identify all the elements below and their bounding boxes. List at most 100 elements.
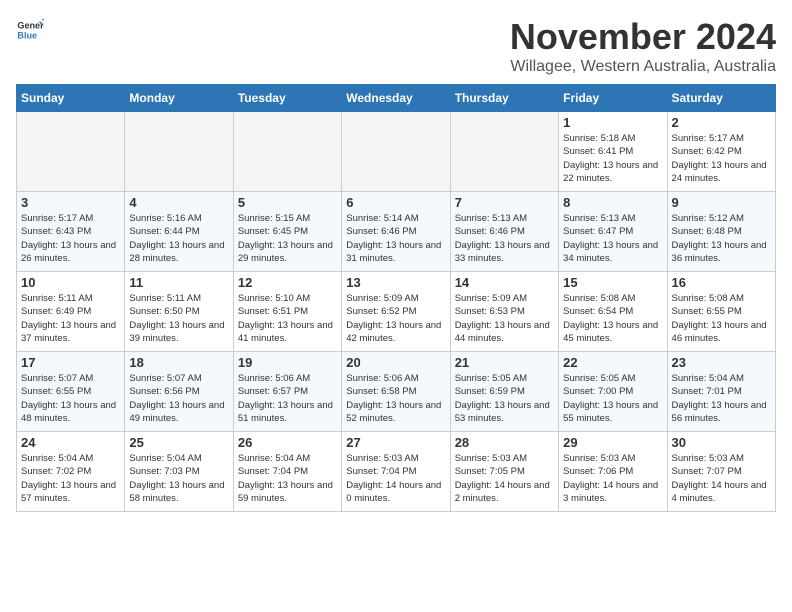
day-number: 5 (238, 195, 337, 210)
header-friday: Friday (559, 85, 667, 112)
calendar-week-4: 24 Sunrise: 5:04 AM Sunset: 7:02 PM Dayli… (17, 432, 776, 512)
day-info: Sunrise: 5:12 AM Sunset: 6:48 PM Dayligh… (672, 212, 771, 265)
calendar-cell: 6 Sunrise: 5:14 AM Sunset: 6:46 PM Daylig… (342, 192, 450, 272)
day-number: 25 (129, 435, 228, 450)
header-monday: Monday (125, 85, 233, 112)
calendar-week-0: 1 Sunrise: 5:18 AM Sunset: 6:41 PM Daylig… (17, 112, 776, 192)
calendar-cell: 28Sunrise: 5:03 AM Sunset: 7:05 PM Dayli… (450, 432, 558, 512)
calendar-cell: 25 Sunrise: 5:04 AM Sunset: 7:03 PM Dayli… (125, 432, 233, 512)
header-wednesday: Wednesday (342, 85, 450, 112)
calendar-cell: 3 Sunrise: 5:17 AM Sunset: 6:43 PM Daylig… (17, 192, 125, 272)
calendar-table: SundayMondayTuesdayWednesdayThursdayFrid… (16, 84, 776, 512)
header-tuesday: Tuesday (233, 85, 341, 112)
calendar-cell: 11 Sunrise: 5:11 AM Sunset: 6:50 PM Dayli… (125, 272, 233, 352)
day-info: Sunrise: 5:04 AM Sunset: 7:03 PM Dayligh… (129, 452, 228, 505)
calendar-cell: 9 Sunrise: 5:12 AM Sunset: 6:48 PM Daylig… (667, 192, 775, 272)
day-number: 29 (563, 435, 662, 450)
day-info: Sunrise: 5:07 AM Sunset: 6:55 PM Dayligh… (21, 372, 120, 425)
calendar-cell (125, 112, 233, 192)
day-number: 18 (129, 355, 228, 370)
calendar-week-2: 10Sunrise: 5:11 AM Sunset: 6:49 PM Dayli… (17, 272, 776, 352)
day-info: Sunrise: 5:06 AM Sunset: 6:58 PM Dayligh… (346, 372, 445, 425)
day-number: 27 (346, 435, 445, 450)
header-sunday: Sunday (17, 85, 125, 112)
calendar-header-row: SundayMondayTuesdayWednesdayThursdayFrid… (17, 85, 776, 112)
day-number: 24 (21, 435, 120, 450)
calendar-cell: 2 Sunrise: 5:17 AM Sunset: 6:42 PM Daylig… (667, 112, 775, 192)
day-info: Sunrise: 5:13 AM Sunset: 6:47 PM Dayligh… (563, 212, 662, 265)
day-info: Sunrise: 5:04 AM Sunset: 7:02 PM Dayligh… (21, 452, 120, 505)
calendar-cell: 19 Sunrise: 5:06 AM Sunset: 6:57 PM Dayli… (233, 352, 341, 432)
calendar-cell: 8 Sunrise: 5:13 AM Sunset: 6:47 PM Daylig… (559, 192, 667, 272)
day-number: 21 (455, 355, 554, 370)
calendar-cell: 18 Sunrise: 5:07 AM Sunset: 6:56 PM Dayli… (125, 352, 233, 432)
calendar-cell (342, 112, 450, 192)
day-number: 28 (455, 435, 554, 450)
day-info: Sunrise: 5:06 AM Sunset: 6:57 PM Dayligh… (238, 372, 337, 425)
header-thursday: Thursday (450, 85, 558, 112)
day-info: Sunrise: 5:16 AM Sunset: 6:44 PM Dayligh… (129, 212, 228, 265)
calendar-cell: 5 Sunrise: 5:15 AM Sunset: 6:45 PM Daylig… (233, 192, 341, 272)
calendar-cell: 17 Sunrise: 5:07 AM Sunset: 6:55 PM Dayli… (17, 352, 125, 432)
calendar-cell: 20Sunrise: 5:06 AM Sunset: 6:58 PM Dayli… (342, 352, 450, 432)
day-info: Sunrise: 5:18 AM Sunset: 6:41 PM Dayligh… (563, 132, 662, 185)
calendar-cell: 16Sunrise: 5:08 AM Sunset: 6:55 PM Dayli… (667, 272, 775, 352)
day-number: 22 (563, 355, 662, 370)
subtitle: Willagee, Western Australia, Australia (510, 58, 776, 76)
day-number: 13 (346, 275, 445, 290)
calendar-cell: 21 Sunrise: 5:05 AM Sunset: 6:59 PM Dayli… (450, 352, 558, 432)
calendar-week-1: 3 Sunrise: 5:17 AM Sunset: 6:43 PM Daylig… (17, 192, 776, 272)
calendar-cell: 15 Sunrise: 5:08 AM Sunset: 6:54 PM Dayli… (559, 272, 667, 352)
day-info: Sunrise: 5:11 AM Sunset: 6:50 PM Dayligh… (129, 292, 228, 345)
day-info: Sunrise: 5:03 AM Sunset: 7:06 PM Dayligh… (563, 452, 662, 505)
calendar-cell: 14Sunrise: 5:09 AM Sunset: 6:53 PM Dayli… (450, 272, 558, 352)
day-number: 2 (672, 115, 771, 130)
day-info: Sunrise: 5:09 AM Sunset: 6:53 PM Dayligh… (455, 292, 554, 345)
day-info: Sunrise: 5:15 AM Sunset: 6:45 PM Dayligh… (238, 212, 337, 265)
calendar-cell: 22Sunrise: 5:05 AM Sunset: 7:00 PM Dayli… (559, 352, 667, 432)
calendar-cell: 23 Sunrise: 5:04 AM Sunset: 7:01 PM Dayli… (667, 352, 775, 432)
calendar-cell: 12 Sunrise: 5:10 AM Sunset: 6:51 PM Dayli… (233, 272, 341, 352)
day-number: 23 (672, 355, 771, 370)
day-info: Sunrise: 5:10 AM Sunset: 6:51 PM Dayligh… (238, 292, 337, 345)
day-number: 11 (129, 275, 228, 290)
day-info: Sunrise: 5:04 AM Sunset: 7:01 PM Dayligh… (672, 372, 771, 425)
title-section: November 2024 Willagee, Western Australi… (510, 16, 776, 76)
calendar-cell (233, 112, 341, 192)
calendar-cell: 7Sunrise: 5:13 AM Sunset: 6:46 PM Daylig… (450, 192, 558, 272)
calendar-cell (450, 112, 558, 192)
calendar-cell: 26Sunrise: 5:04 AM Sunset: 7:04 PM Dayli… (233, 432, 341, 512)
day-info: Sunrise: 5:03 AM Sunset: 7:07 PM Dayligh… (672, 452, 771, 505)
day-info: Sunrise: 5:08 AM Sunset: 6:54 PM Dayligh… (563, 292, 662, 345)
day-info: Sunrise: 5:14 AM Sunset: 6:46 PM Dayligh… (346, 212, 445, 265)
day-number: 17 (21, 355, 120, 370)
day-number: 4 (129, 195, 228, 210)
svg-text:Blue: Blue (17, 30, 37, 40)
calendar-week-3: 17 Sunrise: 5:07 AM Sunset: 6:55 PM Dayli… (17, 352, 776, 432)
day-info: Sunrise: 5:17 AM Sunset: 6:42 PM Dayligh… (672, 132, 771, 185)
day-number: 3 (21, 195, 120, 210)
calendar-cell: 30 Sunrise: 5:03 AM Sunset: 7:07 PM Dayli… (667, 432, 775, 512)
day-info: Sunrise: 5:07 AM Sunset: 6:56 PM Dayligh… (129, 372, 228, 425)
day-number: 19 (238, 355, 337, 370)
day-info: Sunrise: 5:05 AM Sunset: 6:59 PM Dayligh… (455, 372, 554, 425)
logo-icon: General Blue (16, 16, 44, 44)
day-number: 9 (672, 195, 771, 210)
day-number: 15 (563, 275, 662, 290)
header-saturday: Saturday (667, 85, 775, 112)
day-info: Sunrise: 5:04 AM Sunset: 7:04 PM Dayligh… (238, 452, 337, 505)
day-info: Sunrise: 5:03 AM Sunset: 7:04 PM Dayligh… (346, 452, 445, 505)
day-number: 8 (563, 195, 662, 210)
day-number: 30 (672, 435, 771, 450)
day-number: 12 (238, 275, 337, 290)
day-number: 6 (346, 195, 445, 210)
day-info: Sunrise: 5:09 AM Sunset: 6:52 PM Dayligh… (346, 292, 445, 345)
day-info: Sunrise: 5:08 AM Sunset: 6:55 PM Dayligh… (672, 292, 771, 345)
calendar-cell: 29 Sunrise: 5:03 AM Sunset: 7:06 PM Dayli… (559, 432, 667, 512)
calendar-cell: 4 Sunrise: 5:16 AM Sunset: 6:44 PM Daylig… (125, 192, 233, 272)
day-info: Sunrise: 5:11 AM Sunset: 6:49 PM Dayligh… (21, 292, 120, 345)
day-info: Sunrise: 5:17 AM Sunset: 6:43 PM Dayligh… (21, 212, 120, 265)
day-number: 1 (563, 115, 662, 130)
calendar-cell: 27 Sunrise: 5:03 AM Sunset: 7:04 PM Dayli… (342, 432, 450, 512)
calendar-cell: 24 Sunrise: 5:04 AM Sunset: 7:02 PM Dayli… (17, 432, 125, 512)
